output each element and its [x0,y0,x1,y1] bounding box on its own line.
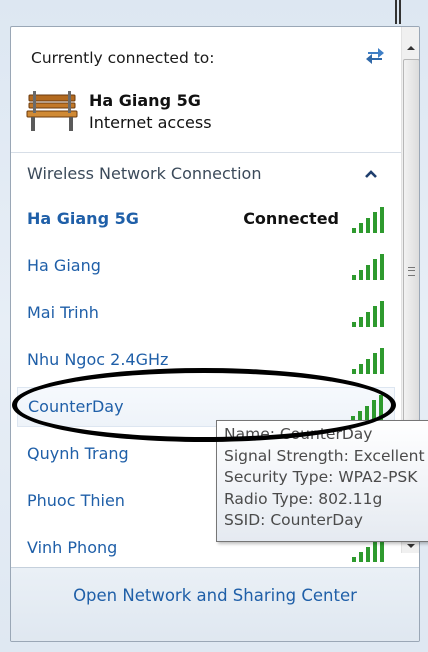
network-item-ha-giang-5g[interactable]: Ha Giang 5G Connected [17,200,395,240]
network-tooltip: Name: CounterDay Signal Strength: Excell… [216,420,428,542]
tooltip-security: Security Type: WPA2-PSK [224,468,418,486]
signal-bars-icon [352,301,384,327]
tooltip-signal: Signal Strength: Excellent [224,446,425,465]
signal-bars-icon [351,395,383,421]
network-item-ha-giang[interactable]: Ha Giang [17,247,395,287]
refresh-network-icon[interactable] [362,43,388,69]
tooltip-name: Name: CounterDay [224,425,373,443]
network-ssid: CounterDay [28,397,124,416]
window-edge [395,0,401,24]
network-flyout-panel: Currently connected to: Ha Giang 5G Inte… [10,26,420,642]
open-network-sharing-center-link[interactable]: Open Network and Sharing Center [11,586,419,605]
signal-bars-icon [352,254,384,280]
chevron-up-icon[interactable] [364,168,378,180]
network-item-mai-trinh[interactable]: Mai Trinh [17,294,395,334]
scroll-thumb[interactable] [403,59,419,481]
tray-popup-frame: Currently connected to: Ha Giang 5G Inte… [0,0,428,652]
section-label: Wireless Network Connection [27,164,262,183]
connected-header: Currently connected to: [31,49,215,67]
divider [11,152,401,153]
network-ssid: Nhu Ngoc 2.4GHz [27,350,169,369]
network-ssid: Quynh Trang [27,444,129,463]
network-ssid: Ha Giang 5G [27,209,139,228]
signal-bars-icon [352,207,384,233]
current-network-status: Internet access [89,113,212,132]
network-ssid: Ha Giang [27,256,101,275]
grip-icon [408,267,415,276]
network-ssid: Phuoc Thien [27,491,125,510]
tooltip-radio: Radio Type: 802.11g [224,489,383,508]
scroll-up-icon[interactable] [402,39,420,57]
signal-bars-icon [352,348,384,374]
network-ssid: Mai Trinh [27,303,99,322]
connection-status: Connected [243,209,339,228]
tooltip-ssid: SSID: CounterDay [224,511,363,529]
network-ssid: Vinh Phong [27,538,118,557]
bench-icon [26,91,78,131]
network-item-nhu-ngoc[interactable]: Nhu Ngoc 2.4GHz [17,341,395,381]
flyout-footer: Open Network and Sharing Center [11,567,419,641]
current-network-name: Ha Giang 5G [89,91,201,110]
